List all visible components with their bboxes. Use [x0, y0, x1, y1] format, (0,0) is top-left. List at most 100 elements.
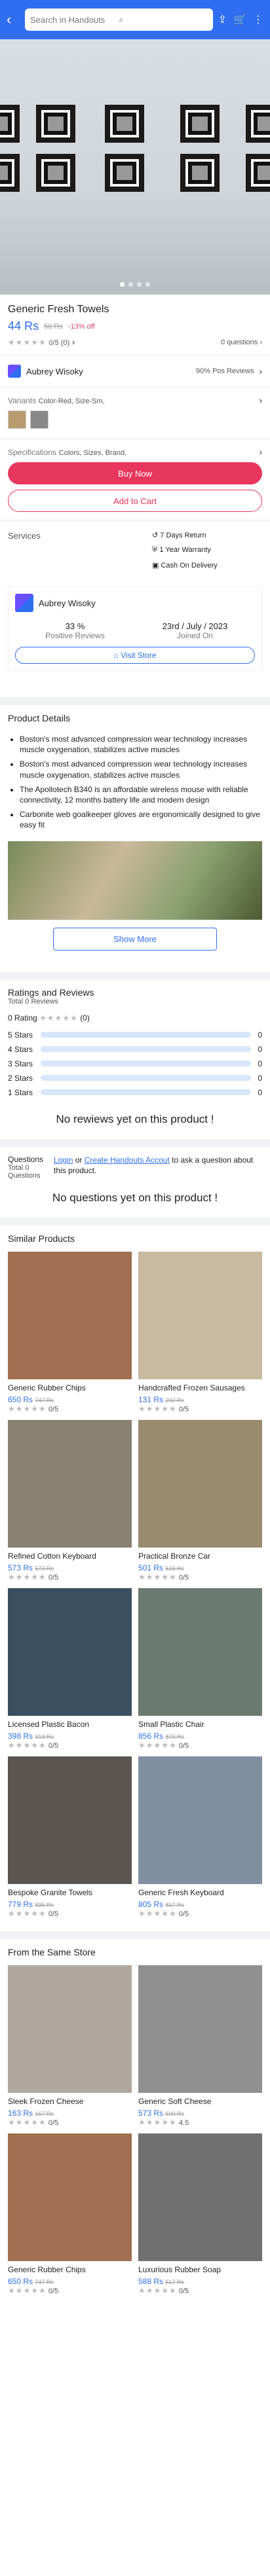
search-placeholder: Search in Handouts	[30, 14, 106, 25]
search-icon[interactable]: ⌕	[119, 14, 207, 25]
no-reviews-text: No rewiews yet on this product !	[56, 1112, 214, 1125]
product-card[interactable]: Licensed Plastic Bacon 398 Rs 413 Rs ★★★★★…	[8, 1587, 132, 1750]
product-card-price: 650 Rs	[8, 1394, 33, 1404]
login-link[interactable]: Login	[54, 1155, 73, 1165]
service-item: ↺ 7 Days Return	[152, 532, 206, 539]
product-card[interactable]: Handcrafted Frozen Sausages 131 Rs 202 Rs…	[138, 1251, 262, 1413]
chevron-right-icon[interactable]: ›	[72, 337, 75, 347]
product-card-name: Generic Soft Cheese	[138, 2096, 212, 2106]
questions-count[interactable]: 0 questions	[221, 338, 258, 346]
product-card-rating: 0/5	[178, 1910, 189, 1918]
product-thumb[interactable]	[138, 1587, 262, 1716]
seller-row[interactable]: Aubrey Wisoky 90% Pos Reviews ›	[0, 355, 270, 387]
show-more-button[interactable]: Show More	[53, 927, 217, 951]
carousel-dot[interactable]	[128, 282, 133, 287]
share-icon[interactable]: ⇪	[218, 13, 227, 26]
product-card[interactable]: Generic Soft Cheese 573 Rs 600 Rs ★★★★★ 4.…	[138, 1965, 262, 2127]
product-card[interactable]: Small Plastic Chair 856 Rs 873 Rs ★★★★★ 0/…	[138, 1587, 262, 1750]
cart-icon[interactable]: 🛒	[233, 13, 246, 26]
product-thumb[interactable]	[138, 2133, 262, 2261]
old-price: 50 Rs	[44, 322, 63, 331]
product-card[interactable]: Generic Rubber Chips 650 Rs 747 Rs ★★★★★ 0…	[8, 2133, 132, 2295]
carousel-dot[interactable]	[145, 282, 150, 287]
rating-stars-icon: ★★★★★	[8, 2117, 47, 2127]
product-card-rating: 4.5	[178, 2118, 189, 2127]
product-thumb[interactable]	[8, 1587, 132, 1716]
rating-summary: 0 Rating ★★★★★ (0)	[8, 1013, 90, 1023]
store-positive-label: Positive Reviews	[45, 631, 105, 640]
product-image-carousel[interactable]	[0, 39, 270, 295]
details-item: Boston's most advanced compression wear …	[20, 759, 262, 780]
add-to-cart-button[interactable]: Add to Cart	[8, 490, 262, 512]
product-card-price: 501 Rs	[138, 1563, 164, 1572]
wall-frame	[105, 105, 144, 143]
rating-bar-row: 5 Stars 0	[8, 1030, 262, 1040]
search-input[interactable]: Search in Handouts ⌕	[25, 9, 213, 31]
reviews-total: Total 0 Reviews	[8, 997, 59, 1006]
back-arrow-icon[interactable]: ‹	[7, 11, 20, 28]
product-thumb[interactable]	[8, 2133, 132, 2261]
product-card[interactable]: Luxurious Rubber Soap 588 Rs 617 Rs ★★★★★ …	[138, 2133, 262, 2295]
top-bar: ‹ Search in Handouts ⌕ ⇪ 🛒 ⋮	[0, 0, 270, 39]
product-card-price: 573 Rs	[8, 1563, 33, 1572]
buy-now-button[interactable]: Buy Now	[8, 462, 262, 484]
chevron-right-icon[interactable]: ›	[260, 367, 262, 376]
variant-thumb[interactable]	[8, 410, 26, 429]
product-card-name: Luxurious Rubber Soap	[138, 2264, 222, 2274]
details-item: The Apollotech B340 is an affordable wir…	[20, 784, 262, 805]
product-card[interactable]: Practical Bronze Car 501 Rs 524 Rs ★★★★★ 0…	[138, 1419, 262, 1582]
store-items-grid: Sleek Frozen Cheese 163 Rs 167 Rs ★★★★★ 0/…	[0, 1965, 270, 2295]
product-card[interactable]: Bespoke Granite Towels 779 Rs 835 Rs ★★★★★…	[8, 1756, 132, 1918]
similar-grid: Generic Rubber Chips 650 Rs 747 Rs ★★★★★ 0…	[0, 1251, 270, 1918]
product-thumb[interactable]	[8, 1419, 132, 1548]
discount-badge: -13% off	[68, 322, 95, 331]
product-card-old-price: 600 Rs	[165, 2110, 184, 2117]
product-thumb[interactable]	[138, 1756, 262, 1884]
carousel-dot[interactable]	[120, 282, 125, 287]
store-logo-icon	[15, 594, 33, 612]
chevron-right-icon[interactable]: ›	[260, 395, 262, 405]
product-card[interactable]: Refined Cotton Keyboard 573 Rs 573 Rs ★★★★…	[8, 1419, 132, 1582]
questions-title: Questions	[8, 1154, 44, 1164]
product-card-price: 779 Rs	[8, 1899, 33, 1909]
product-card-old-price: 524 Rs	[165, 1565, 184, 1572]
rating-bar-row: 2 Stars 0	[8, 1073, 262, 1083]
carousel-dot[interactable]	[137, 282, 142, 287]
wall-frame	[180, 154, 220, 192]
product-card-name: Generic Rubber Chips	[8, 2264, 86, 2274]
more-icon[interactable]: ⋮	[253, 13, 263, 26]
product-card-name: Licensed Plastic Bacon	[8, 1719, 90, 1729]
product-card-price: 398 Rs	[8, 1731, 33, 1741]
product-card-price: 805 Rs	[138, 1899, 164, 1909]
product-card[interactable]: Generic Fresh Keyboard 805 Rs 837 Rs ★★★★★…	[138, 1756, 262, 1918]
product-card-old-price: 835 Rs	[35, 1901, 54, 1908]
visit-store-button[interactable]: ⌂ Visit Store	[15, 647, 255, 664]
wall-frame	[105, 154, 144, 192]
seller-reviews: 90% Pos Reviews	[196, 367, 254, 375]
product-card[interactable]: Sleek Frozen Cheese 163 Rs 167 Rs ★★★★★ 0/…	[8, 1965, 132, 2127]
wall-frame	[0, 105, 20, 143]
variant-thumb[interactable]	[30, 410, 48, 429]
product-card[interactable]: Generic Rubber Chips 650 Rs 747 Rs ★★★★★ 0…	[8, 1251, 132, 1413]
product-card-name: Practical Bronze Car	[138, 1551, 211, 1561]
create-account-link[interactable]: Create Handouts Accout	[85, 1155, 170, 1165]
product-card-price: 573 Rs	[138, 2108, 164, 2118]
product-thumb[interactable]	[138, 1965, 262, 2093]
product-thumb[interactable]	[8, 1251, 132, 1379]
chevron-right-icon[interactable]: ›	[260, 338, 262, 346]
product-thumb[interactable]	[138, 1419, 262, 1548]
wall-frame	[246, 154, 270, 192]
variants-values: Color-Red, Size-Sm,	[38, 397, 105, 405]
rating-bar-row: 3 Stars 0	[8, 1059, 262, 1068]
chevron-right-icon[interactable]: ›	[260, 447, 262, 457]
service-item: ⛨ 1 Year Warranty	[152, 546, 211, 554]
seller-name: Aubrey Wisoky	[26, 366, 83, 376]
product-card-name: Generic Rubber Chips	[8, 1383, 86, 1392]
specs-label: Specifications	[8, 448, 57, 457]
product-card-name: Sleek Frozen Cheese	[8, 2096, 84, 2106]
product-card-rating: 0/5	[48, 1741, 59, 1750]
product-thumb[interactable]	[8, 1756, 132, 1884]
product-thumb[interactable]	[8, 1965, 132, 2093]
product-card-old-price: 413 Rs	[35, 1733, 54, 1740]
product-thumb[interactable]	[138, 1251, 262, 1379]
